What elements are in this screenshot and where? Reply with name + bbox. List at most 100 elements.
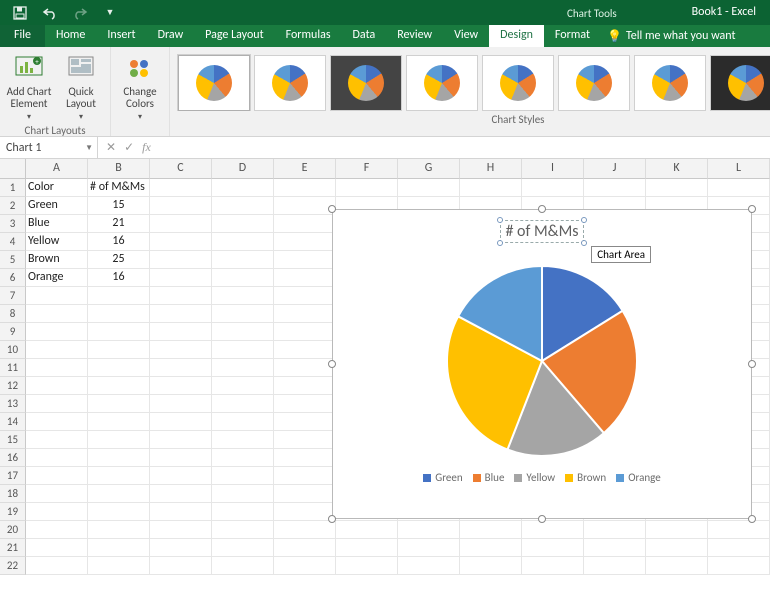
cell[interactable]: Blue bbox=[26, 215, 88, 233]
cell[interactable] bbox=[522, 557, 584, 575]
cell[interactable] bbox=[150, 431, 212, 449]
cell[interactable] bbox=[88, 305, 150, 323]
column-header[interactable]: H bbox=[460, 159, 522, 179]
column-header[interactable]: I bbox=[522, 159, 584, 179]
row-header[interactable]: 17 bbox=[0, 467, 26, 485]
cell[interactable] bbox=[212, 197, 274, 215]
cell[interactable] bbox=[150, 287, 212, 305]
row-header[interactable]: 8 bbox=[0, 305, 26, 323]
cell[interactable] bbox=[336, 557, 398, 575]
row-header[interactable]: 20 bbox=[0, 521, 26, 539]
cell[interactable] bbox=[88, 359, 150, 377]
cell[interactable] bbox=[26, 359, 88, 377]
cell[interactable] bbox=[88, 323, 150, 341]
cell[interactable] bbox=[26, 485, 88, 503]
cell[interactable]: Yellow bbox=[26, 233, 88, 251]
cell[interactable] bbox=[708, 179, 770, 197]
cell[interactable]: Green bbox=[26, 197, 88, 215]
cell[interactable] bbox=[26, 341, 88, 359]
cell[interactable] bbox=[212, 269, 274, 287]
resize-handle[interactable] bbox=[748, 515, 756, 523]
cell[interactable] bbox=[150, 215, 212, 233]
cell[interactable] bbox=[88, 539, 150, 557]
tab-page-layout[interactable]: Page Layout bbox=[194, 25, 274, 47]
cell[interactable] bbox=[212, 395, 274, 413]
cell[interactable] bbox=[274, 287, 336, 305]
cell[interactable] bbox=[26, 539, 88, 557]
cell[interactable] bbox=[150, 377, 212, 395]
cell[interactable] bbox=[584, 557, 646, 575]
tab-draw[interactable]: Draw bbox=[147, 25, 195, 47]
cell[interactable] bbox=[212, 233, 274, 251]
cell[interactable] bbox=[150, 305, 212, 323]
cell[interactable] bbox=[26, 557, 88, 575]
cell[interactable]: 25 bbox=[88, 251, 150, 269]
cell[interactable] bbox=[522, 179, 584, 197]
cell[interactable] bbox=[646, 179, 708, 197]
qat-customize-icon[interactable]: ▼ bbox=[98, 1, 122, 25]
cell[interactable] bbox=[150, 467, 212, 485]
cell[interactable] bbox=[274, 413, 336, 431]
cell[interactable] bbox=[646, 521, 708, 539]
cell[interactable] bbox=[274, 377, 336, 395]
tab-file[interactable]: File bbox=[0, 25, 45, 47]
cell[interactable] bbox=[150, 485, 212, 503]
cell[interactable] bbox=[212, 287, 274, 305]
cell[interactable] bbox=[708, 557, 770, 575]
cell[interactable]: 15 bbox=[88, 197, 150, 215]
cell[interactable] bbox=[150, 557, 212, 575]
change-colors-button[interactable]: Change Colors ▾ bbox=[117, 51, 163, 122]
cell[interactable] bbox=[274, 215, 336, 233]
row-header[interactable]: 10 bbox=[0, 341, 26, 359]
chart-style-thumb[interactable] bbox=[482, 55, 554, 111]
cell[interactable] bbox=[212, 413, 274, 431]
chart-object[interactable]: # of M&Ms Chart Area GreenBlueYellowBrow… bbox=[332, 209, 752, 519]
cell[interactable] bbox=[88, 521, 150, 539]
cell[interactable] bbox=[88, 467, 150, 485]
tab-formulas[interactable]: Formulas bbox=[275, 25, 342, 47]
cell[interactable] bbox=[26, 377, 88, 395]
chart-style-thumb[interactable] bbox=[178, 55, 250, 111]
cell[interactable] bbox=[26, 521, 88, 539]
row-header[interactable]: 15 bbox=[0, 431, 26, 449]
cell[interactable] bbox=[646, 539, 708, 557]
cell[interactable] bbox=[460, 179, 522, 197]
cell[interactable] bbox=[26, 323, 88, 341]
cell[interactable] bbox=[88, 341, 150, 359]
chart-style-thumb[interactable] bbox=[330, 55, 402, 111]
row-header[interactable]: 6 bbox=[0, 269, 26, 287]
cell[interactable] bbox=[522, 521, 584, 539]
cell[interactable] bbox=[522, 539, 584, 557]
cell[interactable] bbox=[26, 431, 88, 449]
select-all-corner[interactable] bbox=[0, 159, 26, 179]
chart-legend[interactable]: GreenBlueYellowBrownOrange bbox=[333, 471, 751, 484]
redo-icon[interactable] bbox=[68, 1, 92, 25]
cell[interactable] bbox=[274, 503, 336, 521]
resize-handle[interactable] bbox=[538, 515, 546, 523]
row-header[interactable]: 4 bbox=[0, 233, 26, 251]
add-chart-element-button[interactable]: + Add Chart Element ▾ bbox=[6, 51, 52, 122]
column-header[interactable]: E bbox=[274, 159, 336, 179]
cell[interactable]: 21 bbox=[88, 215, 150, 233]
tab-home[interactable]: Home bbox=[45, 25, 96, 47]
chart-style-thumb[interactable] bbox=[558, 55, 630, 111]
tell-me-search[interactable]: 💡 Tell me what you want bbox=[601, 25, 742, 47]
cell[interactable] bbox=[88, 431, 150, 449]
row-header[interactable]: 22 bbox=[0, 557, 26, 575]
cell[interactable]: Orange bbox=[26, 269, 88, 287]
cell[interactable] bbox=[150, 197, 212, 215]
name-box-input[interactable] bbox=[6, 141, 91, 155]
row-header[interactable]: 13 bbox=[0, 395, 26, 413]
cell[interactable] bbox=[708, 539, 770, 557]
cell[interactable] bbox=[336, 539, 398, 557]
cell[interactable] bbox=[88, 503, 150, 521]
cell[interactable] bbox=[212, 377, 274, 395]
legend-item[interactable]: Brown bbox=[565, 471, 606, 484]
cell[interactable] bbox=[212, 359, 274, 377]
chart-style-thumb[interactable] bbox=[254, 55, 326, 111]
cell[interactable] bbox=[584, 521, 646, 539]
cell[interactable] bbox=[88, 287, 150, 305]
cell[interactable] bbox=[274, 179, 336, 197]
quick-layout-button[interactable]: Quick Layout ▾ bbox=[58, 51, 104, 122]
row-header[interactable]: 3 bbox=[0, 215, 26, 233]
